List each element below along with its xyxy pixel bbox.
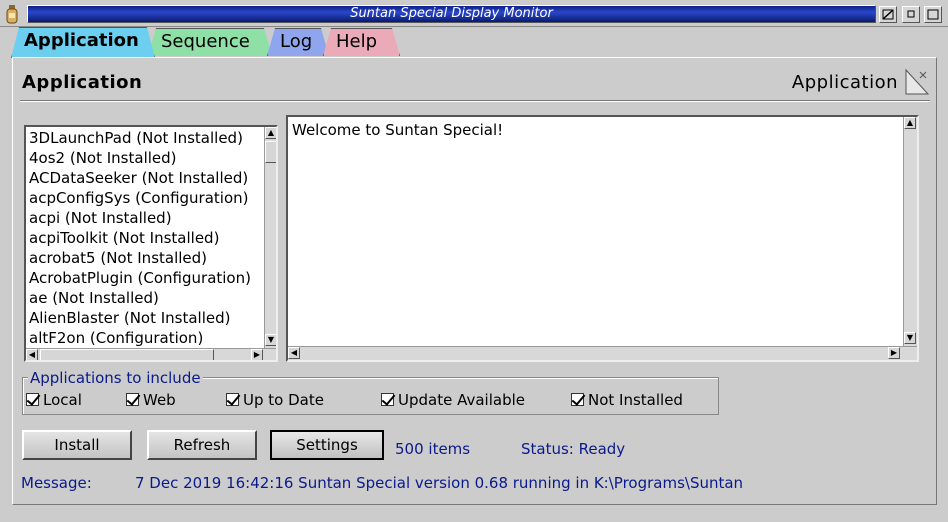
checkbox-up-to-date[interactable]: Up to Date (226, 391, 324, 409)
scroll-down-icon[interactable]: ▼ (904, 332, 916, 344)
list-item[interactable]: acrobat5 (Not Installed) (29, 248, 276, 268)
close-icon (927, 9, 939, 20)
output-vertical-scrollbar[interactable]: ▲ ▼ (903, 117, 917, 346)
tab-log-label: Log (280, 31, 313, 52)
list-hscroll-thumb[interactable] (40, 349, 214, 360)
maximize-icon (907, 10, 915, 18)
scroll-up-icon[interactable]: ▲ (904, 117, 916, 129)
output-horizontal-scrollbar[interactable]: ◀ ▶ (288, 346, 917, 360)
check-icon[interactable] (381, 393, 394, 406)
checkbox-not-installed[interactable]: Not Installed (571, 391, 683, 409)
tab-help[interactable]: Help (323, 28, 400, 56)
include-filters-title: Applications to include (28, 369, 203, 387)
minimize-icon (882, 9, 894, 20)
list-item[interactable]: ACDataSeeker (Not Installed) (29, 168, 276, 188)
settings-button[interactable]: Settings (270, 430, 384, 460)
list-item[interactable]: acpiToolkit (Not Installed) (29, 228, 276, 248)
checkbox-local[interactable]: Local (26, 391, 82, 409)
page-corner-icon[interactable] (904, 68, 930, 96)
title-bar: Suntan Special Display Monitor (0, 0, 948, 27)
application-list[interactable]: 3DLaunchPad (Not Installed) 4os2 (Not In… (24, 125, 278, 362)
header-right-label: Application (791, 72, 898, 93)
install-button[interactable]: Install (22, 430, 132, 460)
list-vertical-scrollbar[interactable]: ▲ ▼ (264, 127, 276, 348)
scroll-up-icon[interactable]: ▲ (265, 127, 276, 139)
tab-application-label: Application (24, 30, 139, 51)
checkbox-update-available[interactable]: Update Available (381, 391, 525, 409)
list-item[interactable]: AlienBlaster (Not Installed) (29, 308, 276, 328)
scroll-down-icon[interactable]: ▼ (265, 334, 276, 346)
refresh-button[interactable]: Refresh (147, 430, 257, 460)
close-button[interactable] (924, 6, 942, 23)
list-horizontal-scrollbar[interactable]: ◀ ▶ (26, 348, 276, 360)
checkbox-web[interactable]: Web (126, 391, 176, 409)
list-item[interactable]: acpi (Not Installed) (29, 208, 276, 228)
checkbox-up-to-date-label: Up to Date (243, 391, 324, 409)
window-title: Suntan Special Display Monitor (27, 5, 876, 23)
list-item[interactable]: 4os2 (Not Installed) (29, 148, 276, 168)
tab-help-label: Help (336, 31, 378, 52)
list-item[interactable]: AcrobatPlugin (Configuration) (29, 268, 276, 288)
checkbox-web-label: Web (143, 391, 176, 409)
check-icon[interactable] (126, 393, 139, 406)
app-icon[interactable] (5, 4, 19, 24)
check-icon[interactable] (26, 393, 39, 406)
list-item[interactable]: 3DLaunchPad (Not Installed) (29, 128, 276, 148)
checkbox-not-installed-label: Not Installed (588, 391, 683, 409)
scroll-right-icon[interactable]: ▶ (251, 349, 263, 360)
list-item[interactable]: acpConfigSys (Configuration) (29, 188, 276, 208)
maximize-button[interactable] (902, 6, 920, 23)
message-text: 7 Dec 2019 16:42:16 Suntan Special versi… (135, 474, 744, 492)
minimize-button[interactable] (879, 6, 897, 23)
scroll-left-icon[interactable]: ◀ (26, 349, 38, 360)
status-text: Status: Ready (521, 440, 626, 458)
checkbox-local-label: Local (43, 391, 82, 409)
list-item[interactable]: ae (Not Installed) (29, 288, 276, 308)
check-icon[interactable] (226, 393, 239, 406)
scroll-left-icon[interactable]: ◀ (288, 347, 300, 359)
tab-application[interactable]: Application (11, 27, 155, 58)
tab-sequence[interactable]: Sequence (148, 28, 272, 56)
page-header: Application Application (20, 68, 930, 102)
tab-log[interactable]: Log (267, 28, 329, 56)
list-vscroll-thumb[interactable] (265, 141, 276, 163)
list-item[interactable]: altF2on (Configuration) (29, 328, 276, 348)
tab-sequence-label: Sequence (161, 31, 250, 52)
page-title: Application (22, 72, 143, 93)
scroll-right-icon[interactable]: ▶ (888, 347, 900, 359)
message-label: Message: (21, 474, 92, 492)
header-divider (20, 100, 930, 102)
check-icon[interactable] (571, 393, 584, 406)
output-textarea[interactable]: Welcome to Suntan Special! ▲ ▼ ◀ ▶ (286, 115, 919, 362)
items-count: 500 items (395, 440, 471, 458)
checkbox-update-available-label: Update Available (398, 391, 525, 409)
output-text: Welcome to Suntan Special! (292, 121, 504, 139)
